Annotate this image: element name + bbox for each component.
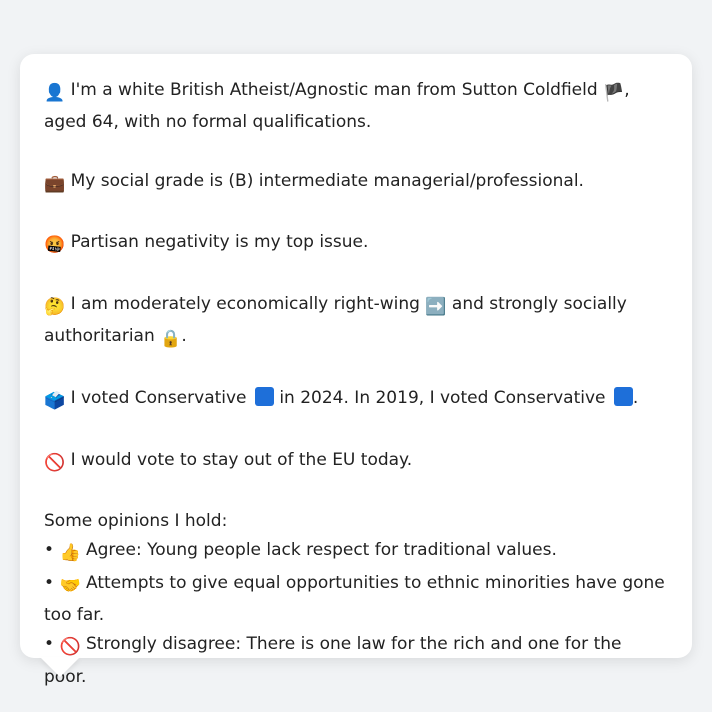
bullet: • — [44, 572, 55, 593]
eu-text: I would vote to stay out of the EU today… — [70, 449, 413, 470]
handshake-icon: 🤝 — [59, 575, 81, 596]
prohibited-icon: 🚫 — [44, 452, 66, 473]
angry-face-icon: 🤬 — [44, 235, 66, 256]
blue-square-icon — [254, 386, 274, 406]
opinion-item: • 👍 Agree: Young people lack respect for… — [44, 536, 668, 568]
lock-icon: 🔒 — [160, 329, 182, 350]
intro-text: I'm a white British Atheist/Agnostic man… — [70, 80, 598, 100]
social-grade-text: My social grade is (B) intermediate mana… — [70, 170, 584, 191]
votes-text: I voted Conservative — [70, 387, 247, 408]
opinion-text: Strongly disagree: There is one law for … — [44, 634, 622, 687]
bullet: • — [44, 540, 55, 561]
opinion-item: • 🤝 Attempts to give equal opportunities… — [44, 569, 668, 631]
briefcase-icon: 💼 — [44, 173, 66, 194]
votes-paragraph: 🗳️ I voted Conservative in 2024. In 2019… — [44, 384, 668, 416]
england-flag-icon: 🏴 — [603, 83, 625, 103]
speech-bubble-tail — [40, 657, 80, 677]
blue-square-icon — [613, 386, 633, 406]
opinions-heading: Some opinions I hold: — [44, 511, 228, 532]
thumbs-up-icon: 👍 — [59, 543, 81, 564]
eu-paragraph: 🚫 I would vote to stay out of the EU tod… — [44, 446, 668, 478]
ideology-text-end: . — [181, 326, 187, 347]
opinion-text: Attempts to give equal opportunities to … — [44, 572, 665, 626]
votes-text-middle: in 2024. In 2019, I voted Conservative — [279, 387, 606, 408]
person-icon: 👤 — [44, 83, 66, 103]
ballot-box-icon: 🗳️ — [44, 390, 66, 411]
ideology-text: I am moderately economically right-wing — [70, 294, 420, 315]
intro-paragraph: 👤 I'm a white British Atheist/Agnostic m… — [44, 76, 668, 138]
top-issue-paragraph: 🤬 Partisan negativity is my top issue. — [44, 228, 668, 260]
right-arrow-icon: ➡️ — [425, 297, 447, 318]
bullet: • — [44, 634, 55, 655]
opinion-text: Agree: Young people lack respect for tra… — [86, 540, 557, 561]
ideology-paragraph: 🤔 I am moderately economically right-win… — [44, 290, 668, 355]
thinking-face-icon: 🤔 — [44, 297, 66, 318]
persona-card: 👤 I'm a white British Atheist/Agnostic m… — [20, 54, 692, 687]
votes-text-end: . — [632, 387, 639, 408]
opinion-item: • 🚫 Strongly disagree: There is one law … — [44, 630, 668, 692]
social-grade-paragraph: 💼 My social grade is (B) intermediate ma… — [44, 167, 668, 199]
top-issue-text: Partisan negativity is my top issue. — [70, 232, 369, 253]
